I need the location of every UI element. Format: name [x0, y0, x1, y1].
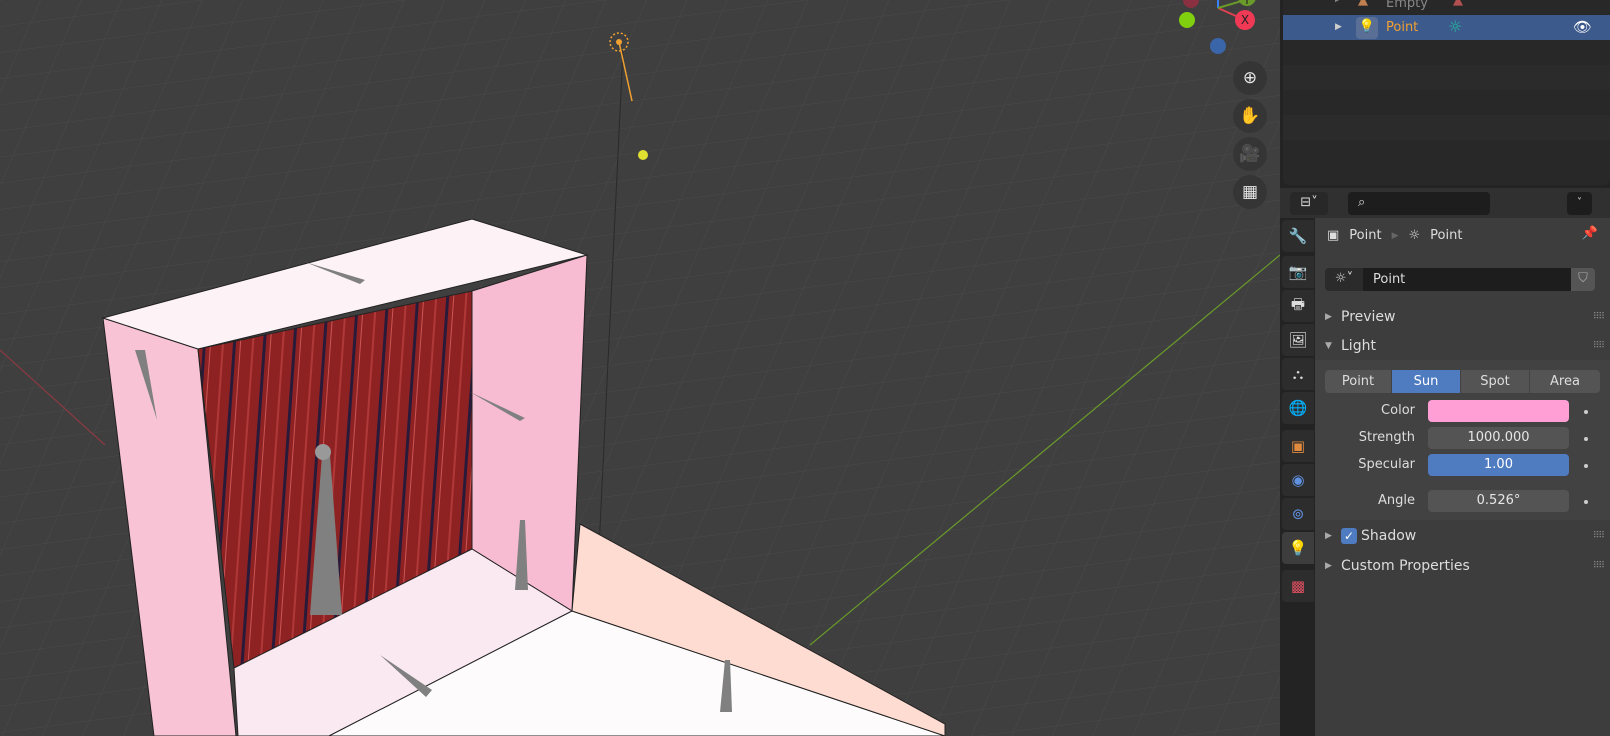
empty-data-icon: ▲	[1453, 0, 1463, 8]
datablock-browse-button[interactable]: ☼˅	[1325, 268, 1363, 291]
image-icon: 🖼	[1288, 331, 1308, 349]
world-icon: 🌐	[1288, 399, 1308, 417]
section-light[interactable]: ▼ Light ⠿⠿	[1315, 332, 1610, 360]
ortho-toggle-button[interactable]: ▦	[1233, 175, 1267, 209]
eye-icon[interactable]: 👁	[1573, 18, 1592, 36]
properties-tabs: 🔧 📷 🖶 🖼 ⛬ 🌐 ▣ ◉ ⊚ 💡 ▩	[1280, 218, 1315, 736]
light-type-point[interactable]: Point	[1325, 370, 1391, 393]
tab-constraints[interactable]: ⊚	[1282, 498, 1314, 530]
outliner-row-empty[interactable]: ▶ ▲ Empty ▲	[1283, 0, 1610, 15]
gizmo-x-axis[interactable]: X	[1235, 10, 1255, 30]
strength-field[interactable]: 1000.000	[1428, 427, 1569, 449]
tab-tool[interactable]: 🔧	[1282, 220, 1314, 252]
tab-texture[interactable]: ▩	[1282, 570, 1314, 602]
options-dropdown[interactable]: ˅	[1567, 192, 1592, 215]
drag-grip-icon[interactable]: ⠿⠿	[1593, 561, 1605, 571]
light-type-spot[interactable]: Spot	[1461, 370, 1529, 393]
object-icon: ▣	[1327, 228, 1340, 243]
empty-icon: ▲	[1358, 0, 1368, 8]
specular-slider[interactable]: 1.00	[1428, 454, 1569, 476]
tab-world[interactable]: 🌐	[1282, 392, 1314, 424]
drag-grip-icon[interactable]: ⠿⠿	[1593, 341, 1605, 351]
tool-icon: 🔧	[1288, 227, 1308, 245]
outliner: ▶ ▲ Empty ▲ ▶ 💡 Point ☼ 👁	[1283, 0, 1610, 185]
3d-viewport[interactable]: X Y ⊕ ✋ 🎥 ▦	[0, 0, 1280, 736]
breadcrumb: ▣ Point ▶ ☼ Point	[1327, 228, 1463, 243]
light-type-sun[interactable]: Sun	[1392, 370, 1460, 393]
light-type-selector: Point Sun Spot Area	[1325, 370, 1600, 393]
section-custom-properties[interactable]: ▶ Custom Properties ⠿⠿	[1315, 552, 1610, 580]
shield-icon: ⛉	[1578, 271, 1588, 286]
drag-grip-icon[interactable]: ⠿⠿	[1593, 531, 1605, 541]
camera-view-button[interactable]: 🎥	[1233, 137, 1267, 171]
light-panel-body: Point Sun Spot Area Color Strength 1000.…	[1315, 360, 1610, 520]
camera-icon: 🎥	[1239, 144, 1261, 164]
render-icon: 📷	[1288, 263, 1308, 281]
keyframe-dot[interactable]	[1584, 437, 1588, 441]
sun-icon[interactable]: ☼	[1448, 17, 1462, 36]
properties-content: ▣ Point ▶ ☼ Point 📌 ☼˅ Point ⛉ ▶ Preview ⠿⠿ …	[1315, 218, 1610, 736]
light-icon: 💡	[1356, 17, 1378, 39]
gizmo-neg-z[interactable]	[1210, 38, 1226, 54]
editor-type-button[interactable]: ⊟˅	[1290, 192, 1328, 215]
pan-button[interactable]: ✋	[1233, 99, 1267, 133]
light-origin-dot	[638, 150, 648, 160]
chevron-right-icon: ▶	[1391, 230, 1399, 241]
right-panel: ▶ ▲ Empty ▲ ▶ 💡 Point ☼ 👁 ⊟˅ ⌕ ˅ 🔧 📷 🖶 🖼…	[1280, 0, 1610, 736]
outliner-row-point[interactable]: ▶ 💡 Point ☼ 👁	[1283, 15, 1610, 40]
checker-icon: ▩	[1290, 577, 1306, 595]
object-icon: ▣	[1290, 437, 1306, 455]
keyframe-dot[interactable]	[1584, 410, 1588, 414]
properties-header: ⊟˅ ⌕ ˅	[1280, 188, 1610, 218]
datablock-name-field[interactable]: Point	[1363, 268, 1571, 291]
scene-icon: ⛬	[1292, 365, 1304, 383]
keyframe-dot[interactable]	[1584, 464, 1588, 468]
color-swatch[interactable]	[1428, 400, 1569, 422]
fake-user-button[interactable]: ⛉	[1571, 268, 1595, 291]
tab-light-data[interactable]: 💡	[1282, 532, 1314, 564]
shadow-checkbox[interactable]: ✓	[1341, 528, 1357, 544]
section-shadow[interactable]: ▶ ✓ Shadow ⠿⠿	[1315, 522, 1610, 550]
sun-icon: ☼˅	[1334, 271, 1354, 286]
tab-physics[interactable]: ◉	[1282, 464, 1314, 496]
tab-view-layer[interactable]: 🖼	[1282, 324, 1314, 356]
drag-grip-icon[interactable]: ⠿⠿	[1593, 312, 1605, 322]
grid-icon: ▦	[1241, 182, 1259, 202]
light-bulb-mesh	[315, 444, 331, 460]
zoom-icon: ⊕	[1242, 68, 1258, 88]
tab-render[interactable]: 📷	[1282, 256, 1314, 288]
lightbulb-icon: 💡	[1288, 539, 1308, 557]
zoom-button[interactable]: ⊕	[1233, 61, 1267, 95]
angle-field[interactable]: 0.526°	[1428, 490, 1569, 512]
gizmo-neg-y[interactable]	[1179, 12, 1195, 28]
search-icon: ⌕	[1358, 195, 1366, 210]
scene	[0, 0, 1280, 736]
printer-icon: 🖶	[1290, 294, 1306, 313]
pin-icon[interactable]: 📌	[1582, 226, 1598, 241]
properties-icon: ⊟˅	[1300, 195, 1318, 210]
sun-icon: ☼	[1408, 228, 1421, 243]
keyframe-dot[interactable]	[1584, 500, 1588, 504]
tab-object[interactable]: ▣	[1282, 430, 1314, 462]
constraint-icon: ⊚	[1291, 505, 1305, 523]
hand-icon: ✋	[1239, 106, 1261, 126]
tab-scene[interactable]: ⛬	[1282, 358, 1314, 390]
section-preview[interactable]: ▶ Preview ⠿⠿	[1315, 303, 1610, 331]
properties-editor: ⊟˅ ⌕ ˅ 🔧 📷 🖶 🖼 ⛬ 🌐 ▣ ◉ ⊚ 💡 ▩ ▣ Point ▶ ☼ P…	[1280, 188, 1610, 736]
right-inner-wall	[471, 254, 588, 612]
physics-icon: ◉	[1291, 471, 1305, 489]
search-input[interactable]: ⌕	[1348, 192, 1490, 215]
tab-output[interactable]: 🖶	[1282, 290, 1314, 322]
chevron-down-icon: ˅	[1577, 197, 1582, 208]
light-type-area[interactable]: Area	[1530, 370, 1600, 393]
